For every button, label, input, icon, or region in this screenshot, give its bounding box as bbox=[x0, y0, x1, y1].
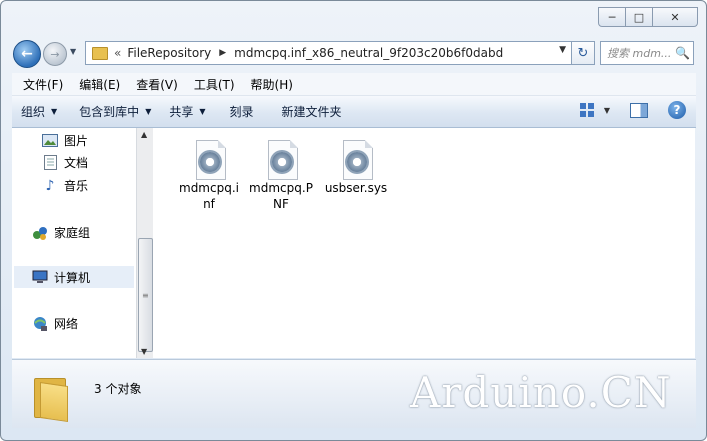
search-input[interactable]: 搜索 mdm... 🔍 bbox=[600, 41, 694, 65]
menu-help[interactable]: 帮助(H) bbox=[251, 76, 293, 93]
scroll-up-icon[interactable]: ▲ bbox=[141, 130, 147, 139]
file-name-line: nf bbox=[203, 197, 215, 211]
file-name-line: NF bbox=[273, 197, 289, 211]
minimize-icon[interactable]: ─ bbox=[598, 7, 626, 27]
nav-item-label: 网络 bbox=[54, 317, 79, 331]
network-icon bbox=[32, 316, 48, 331]
item-count: 3 个对象 bbox=[94, 382, 142, 396]
content-area: 图片 文档 ♪ 音乐 家庭组 计算机 网络 ▲ ≡ ▼ mdmcpq.i nf … bbox=[12, 128, 695, 358]
pictures-icon bbox=[42, 134, 58, 148]
details-pane: 3 个对象 Arduino.CN bbox=[12, 359, 696, 428]
burn-label: 刻录 bbox=[229, 105, 254, 119]
navigation-pane: 图片 文档 ♪ 音乐 家庭组 计算机 网络 bbox=[12, 128, 136, 358]
nav-item-label: 计算机 bbox=[54, 270, 91, 285]
computer-icon bbox=[32, 270, 48, 284]
organize-button[interactable]: 组织 ▼ bbox=[12, 103, 66, 120]
view-options-dropdown-icon[interactable]: ▼ bbox=[604, 106, 610, 115]
nav-item-label: 图片 bbox=[64, 134, 89, 148]
music-icon: ♪ bbox=[45, 177, 55, 194]
refresh-icon[interactable]: ↻ bbox=[571, 41, 595, 65]
recent-pages-dropdown-icon[interactable]: ▼ bbox=[70, 47, 76, 56]
include-in-library-label: 包含到库中 bbox=[79, 105, 140, 119]
breadcrumb-separator-icon[interactable]: ▶ bbox=[219, 48, 226, 58]
nav-item-music[interactable]: ♪ 音乐 bbox=[42, 177, 88, 194]
preview-pane-icon[interactable] bbox=[630, 102, 648, 118]
file-item[interactable]: mdmcpq.i nf bbox=[174, 140, 244, 212]
organize-label: 组织 bbox=[21, 105, 46, 119]
share-label: 共享 bbox=[169, 105, 194, 119]
address-dropdown-icon[interactable]: ▼ bbox=[559, 45, 566, 55]
nav-item-documents[interactable]: 文档 bbox=[42, 154, 88, 171]
file-list: mdmcpq.i nf mdmcpq.P NF usbser.sys bbox=[154, 128, 695, 358]
share-button[interactable]: 共享 ▼ bbox=[160, 103, 214, 120]
navpane-scrollbar[interactable]: ▲ ≡ ▼ bbox=[136, 128, 153, 358]
navigation-bar: ← → ▼ « FileRepository ▶ mdmcpq.inf_x86_… bbox=[13, 39, 694, 68]
search-icon[interactable]: 🔍 bbox=[675, 46, 690, 60]
nav-item-network[interactable]: 网络 bbox=[32, 315, 78, 332]
system-file-icon bbox=[339, 140, 373, 180]
burn-button[interactable]: 刻录 bbox=[221, 103, 263, 120]
help-icon[interactable]: ? bbox=[668, 101, 686, 119]
file-name-line: usbser.sys bbox=[324, 181, 388, 195]
chevron-down-icon: ▼ bbox=[199, 107, 206, 116]
homegroup-icon bbox=[32, 226, 48, 240]
caption-buttons: ─ □ ✕ bbox=[598, 7, 698, 27]
settings-file-icon bbox=[192, 140, 226, 180]
chevron-down-icon: ▼ bbox=[145, 107, 152, 116]
nav-item-computer[interactable]: 计算机 bbox=[14, 266, 134, 288]
chevron-down-icon: ▼ bbox=[51, 107, 58, 116]
view-controls: ▼ ? bbox=[579, 101, 686, 119]
nav-item-label: 音乐 bbox=[64, 179, 89, 193]
menu-edit[interactable]: 编辑(E) bbox=[79, 76, 120, 93]
search-placeholder: 搜索 mdm... bbox=[607, 47, 672, 60]
new-folder-label: 新建文件夹 bbox=[281, 105, 342, 119]
menu-tools[interactable]: 工具(T) bbox=[194, 76, 235, 93]
maximize-icon[interactable]: □ bbox=[625, 7, 653, 27]
forward-arrow-icon[interactable]: → bbox=[43, 42, 67, 66]
command-bar: 组织 ▼ 包含到库中 ▼ 共享 ▼ 刻录 新建文件夹 ▼ ? bbox=[12, 96, 696, 128]
folder-icon bbox=[92, 46, 108, 60]
file-name-line: mdmcpq.P bbox=[249, 181, 313, 195]
new-folder-button[interactable]: 新建文件夹 bbox=[273, 103, 351, 120]
menu-view[interactable]: 查看(V) bbox=[136, 76, 178, 93]
watermark: Arduino.CN bbox=[410, 368, 672, 417]
close-icon[interactable]: ✕ bbox=[652, 7, 698, 27]
file-name-line: mdmcpq.i bbox=[179, 181, 239, 195]
menu-bar: 文件(F) 编辑(E) 查看(V) 工具(T) 帮助(H) bbox=[12, 73, 696, 96]
back-arrow-icon[interactable]: ← bbox=[13, 40, 41, 68]
scrollbar-thumb[interactable]: ≡ bbox=[138, 238, 153, 352]
nav-item-label: 文档 bbox=[64, 156, 89, 170]
system-file-icon bbox=[264, 140, 298, 180]
change-view-icon[interactable] bbox=[579, 103, 594, 117]
nav-item-label: 家庭组 bbox=[54, 226, 91, 240]
scroll-down-icon[interactable]: ▼ bbox=[141, 347, 147, 356]
file-item[interactable]: mdmcpq.P NF bbox=[246, 140, 316, 212]
include-in-library-button[interactable]: 包含到库中 ▼ bbox=[70, 103, 160, 120]
documents-icon bbox=[42, 155, 58, 170]
file-item[interactable]: usbser.sys bbox=[321, 140, 391, 196]
explorer-window: ─ □ ✕ ← → ▼ « FileRepository ▶ mdmcpq.in… bbox=[0, 0, 707, 441]
folder-icon bbox=[34, 378, 68, 422]
nav-item-pictures[interactable]: 图片 bbox=[42, 132, 88, 149]
menu-file[interactable]: 文件(F) bbox=[23, 76, 63, 93]
breadcrumb-item[interactable]: FileRepository bbox=[127, 46, 211, 60]
chevron-left-icon[interactable]: « bbox=[114, 46, 121, 60]
nav-item-homegroup[interactable]: 家庭组 bbox=[32, 224, 90, 241]
breadcrumb-item[interactable]: mdmcpq.inf_x86_neutral_9f203c20b6f0dabd bbox=[234, 46, 503, 60]
address-bar[interactable]: « FileRepository ▶ mdmcpq.inf_x86_neutra… bbox=[85, 41, 573, 65]
